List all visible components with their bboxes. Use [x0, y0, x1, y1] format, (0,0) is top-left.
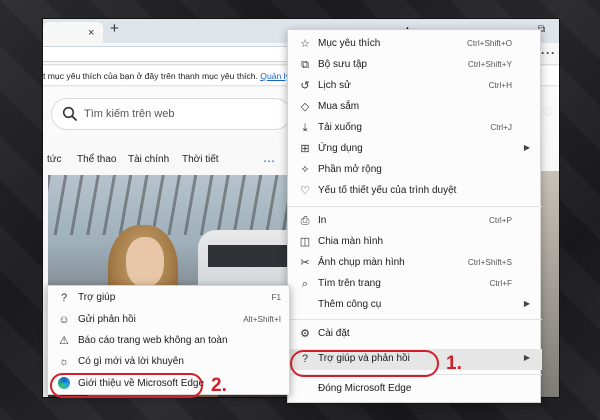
submenu-item-label: Gửi phản hồi — [78, 314, 136, 325]
history-icon: ↺ — [300, 80, 310, 92]
menu-item-split-screen[interactable]: ◫ Chia màn hình — [288, 232, 542, 253]
help-icon: ? — [60, 292, 68, 304]
submenu-item-report-unsafe[interactable]: ⚠ Báo cáo trang web không an toàn — [48, 331, 291, 352]
favorites-icon: ☆ — [300, 38, 310, 50]
submenu-item-shortcut: Alt+Shift+I — [243, 315, 281, 324]
menu-item-extensions[interactable]: ✧ Phần mở rộng — [288, 160, 542, 181]
manage-favorites-link[interactable]: Quản lý — [260, 71, 290, 81]
menu-item-favorites[interactable]: ☆ Mục yêu thích Ctrl+Shift+O — [288, 34, 542, 55]
print-icon: ⎙ — [300, 215, 310, 227]
menu-item-label: In — [318, 215, 327, 226]
menu-item-close-edge[interactable]: Đóng Microsoft Edge — [288, 379, 542, 400]
annotation-step-2: 2. — [211, 375, 227, 396]
menu-item-apps[interactable]: ⊞ Ứng dụng ▶ — [288, 139, 542, 160]
submenu-item-label: Báo cáo trang web không an toàn — [78, 335, 228, 346]
menu-item-label: Mua sắm — [318, 101, 360, 112]
submenu-item-shortcut: F1 — [271, 293, 281, 302]
highlight-about-edge — [50, 373, 203, 398]
submenu-item-help[interactable]: ? Trợ giúp F1 — [48, 288, 291, 309]
news-tab-weather[interactable]: Thời tiết — [182, 154, 219, 165]
menu-item-label: Thêm công cụ — [318, 299, 382, 310]
menu-item-shortcut: Ctrl+Shift+O — [466, 39, 512, 48]
menu-item-label: Lịch sử — [318, 80, 351, 91]
menu-item-shortcut: Ctrl+Shift+S — [467, 258, 512, 267]
essentials-icon: ♡ — [300, 185, 310, 197]
menu-item-shortcut: Ctrl+P — [489, 216, 512, 225]
collections-icon: ⧉ — [301, 59, 309, 71]
menu-item-label: Phần mở rộng — [318, 164, 382, 175]
menu-item-label: Ứng dụng — [318, 143, 363, 154]
menu-divider — [288, 319, 542, 320]
menu-item-browser-essentials[interactable]: ♡ Yếu tố thiết yếu của trình duyệt — [288, 181, 542, 202]
menu-item-shortcut: Ctrl+J — [490, 123, 512, 132]
menu-item-print[interactable]: ⎙ In Ctrl+P — [288, 211, 542, 232]
news-tabs: tức Thể thao Tài chính Thời tiết ⋯ — [43, 151, 293, 171]
split-screen-icon: ◫ — [299, 236, 311, 248]
station-roof — [48, 175, 293, 235]
menu-item-more-tools[interactable]: Thêm công cụ ▶ — [288, 295, 542, 316]
train-window — [208, 245, 288, 267]
submenu-item-feedback[interactable]: ☺ Gửi phản hồi Alt+Shift+I — [48, 310, 291, 331]
menu-item-label: Đóng Microsoft Edge — [318, 383, 412, 394]
news-tab-finance[interactable]: Tài chính — [128, 154, 169, 165]
menu-item-downloads[interactable]: ⤓ Tải xuống Ctrl+J — [288, 118, 542, 139]
menu-item-label: Ảnh chụp màn hình — [318, 257, 405, 268]
chevron-right-icon: ▶ — [523, 353, 530, 362]
news-tab-sports[interactable]: Thể thao — [77, 154, 116, 165]
menu-item-label: Mục yêu thích — [318, 38, 381, 49]
download-icon: ⤓ — [302, 122, 308, 134]
search-box[interactable]: Tìm kiếm trên web — [51, 98, 291, 130]
menu-item-shortcut: Ctrl+F — [489, 279, 512, 288]
menu-item-shopping[interactable]: ◇ Mua sắm — [288, 97, 542, 118]
menu-item-settings[interactable]: ⚙ Cài đặt — [288, 324, 542, 345]
find-icon: ⌕ — [301, 278, 309, 290]
new-tab-icon[interactable]: + — [110, 20, 119, 37]
more-news-icon[interactable]: ⋯ — [263, 154, 275, 168]
menu-item-label: Yếu tố thiết yếu của trình duyệt — [318, 185, 457, 196]
extensions-icon: ✧ — [300, 164, 310, 176]
feedback-icon: ☺ — [58, 314, 70, 326]
menu-item-screenshot[interactable]: ✂ Ảnh chụp màn hình Ctrl+Shift+S — [288, 253, 542, 274]
page-settings-icon[interactable]: ⚙ — [541, 103, 554, 120]
more-options-icon[interactable]: ··· — [541, 46, 556, 60]
menu-item-find-on-page[interactable]: ⌕ Tìm trên trang Ctrl+F — [288, 274, 542, 295]
chevron-right-icon: ▶ — [523, 143, 530, 152]
menu-item-shortcut: Ctrl+H — [488, 81, 512, 90]
menu-item-history[interactable]: ↺ Lịch sử Ctrl+H — [288, 76, 542, 97]
menu-item-label: Chia màn hình — [318, 236, 384, 247]
menu-item-label: Tải xuống — [318, 122, 362, 133]
submenu-item-label: Trợ giúp — [78, 292, 116, 303]
submenu-item-label: Có gì mới và lời khuyên — [78, 356, 184, 367]
woman-face — [126, 237, 164, 287]
menu-item-label: Tìm trên trang — [318, 278, 381, 289]
menu-item-collections[interactable]: ⧉ Bộ sưu tập Ctrl+Shift+Y — [288, 55, 542, 76]
settings-icon: ⚙ — [300, 328, 310, 340]
close-icon[interactable]: × — [88, 27, 94, 39]
shopping-icon: ◇ — [300, 101, 310, 113]
chevron-right-icon: ▶ — [523, 299, 530, 308]
news-tab[interactable]: tức — [47, 154, 61, 165]
favorites-bar-hint: t mục yêu thích của bạn ở đây trên thanh… — [43, 71, 258, 81]
active-tab[interactable]: × — [43, 22, 103, 43]
submenu-item-whats-new[interactable]: ☼ Có gì mới và lời khuyên — [48, 352, 291, 373]
apps-icon: ⊞ — [300, 143, 310, 155]
menu-item-label: Cài đặt — [318, 328, 350, 339]
annotation-step-1: 1. — [446, 353, 462, 374]
settings-menu: ☆ Mục yêu thích Ctrl+Shift+O ⧉ Bộ sưu tậ… — [287, 29, 542, 403]
tips-icon: ☼ — [58, 356, 70, 368]
screenshot-icon: ✂ — [300, 257, 310, 269]
search-icon — [62, 106, 78, 122]
highlight-help-feedback — [290, 350, 439, 377]
search-placeholder: Tìm kiếm trên web — [84, 108, 175, 120]
menu-divider — [288, 206, 542, 207]
menu-item-label: Bộ sưu tập — [318, 59, 367, 70]
warning-icon: ⚠ — [59, 335, 69, 347]
menu-item-shortcut: Ctrl+Shift+Y — [467, 60, 512, 69]
